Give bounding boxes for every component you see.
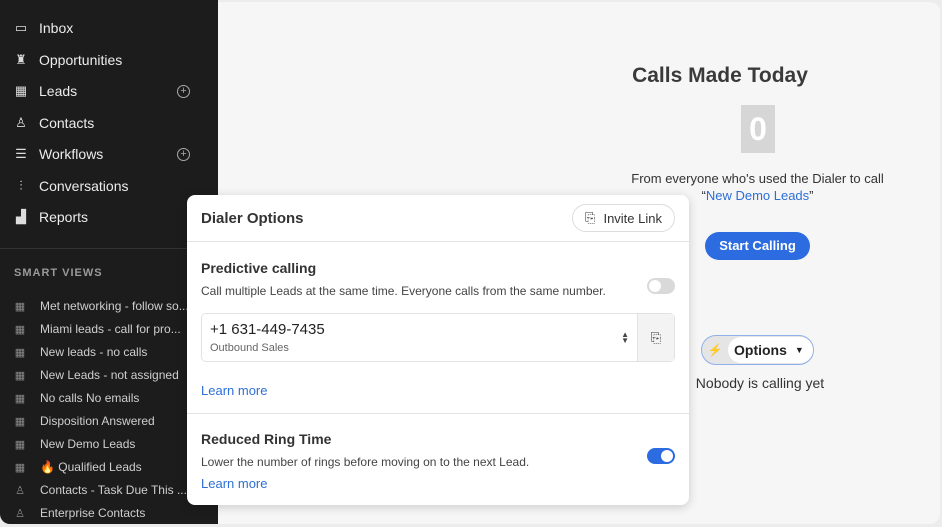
- building-icon: ▦: [14, 300, 26, 313]
- smart-view-item[interactable]: ▦ Disposition Answered: [14, 411, 214, 431]
- invite-link-button[interactable]: ⎘ Invite Link: [572, 204, 675, 232]
- person-icon: ♙: [15, 484, 25, 497]
- building-icon: ▦: [14, 83, 28, 98]
- phone-number: +1 631-449-7435: [210, 321, 325, 338]
- smart-view-label: Met networking - follow so...: [40, 299, 189, 313]
- invite-label: Invite Link: [603, 210, 662, 226]
- building-icon: ▦: [14, 392, 26, 405]
- options-button[interactable]: ⚡ Options ▼: [701, 335, 814, 365]
- predictive-desc: Call multiple Leads at the same time. Ev…: [201, 284, 606, 298]
- calls-count: 0: [741, 105, 775, 153]
- lightning-icon: ⚡: [707, 343, 723, 357]
- building-icon: ▦: [14, 323, 26, 336]
- smart-view-label: Disposition Answered: [40, 414, 155, 428]
- subtitle-text: From everyone who's used the Dialer to c…: [631, 171, 884, 186]
- calling-status: Nobody is calling yet: [695, 375, 825, 391]
- smart-view-item[interactable]: ▦ Met networking - follow so...: [14, 296, 214, 316]
- sidebar-item-label: Conversations: [39, 177, 129, 194]
- predictive-title: Predictive calling: [201, 260, 317, 276]
- share-icon: ⎘: [650, 329, 662, 345]
- sidebar-item-inbox[interactable]: ▭ Inbox: [0, 13, 218, 43]
- smart-view-label: 🔥 Qualified Leads: [40, 460, 142, 474]
- smart-view-label: Contacts - Task Due This ...: [40, 483, 187, 497]
- inbox-icon: ▭: [14, 20, 28, 35]
- chart-icon: ▟: [16, 209, 26, 224]
- person-icon: ♙: [15, 114, 27, 130]
- smart-view-link[interactable]: New Demo Leads: [706, 188, 809, 203]
- reduced-ring-toggle[interactable]: [647, 448, 675, 464]
- smart-view-item[interactable]: ▦ New Demo Leads: [14, 434, 214, 454]
- divider: [187, 413, 689, 414]
- smart-view-item[interactable]: ▦ No calls No emails: [14, 388, 214, 408]
- smart-view-item[interactable]: ▦ New Leads - not assigned: [14, 365, 214, 385]
- phone-action-button[interactable]: ⎘: [637, 314, 674, 361]
- sidebar-item-opportunities[interactable]: ♜ Opportunities: [0, 45, 218, 75]
- predictive-learn-more[interactable]: Learn more: [201, 383, 267, 398]
- list-icon: ☰: [15, 146, 27, 161]
- sidebar-item-label: Reports: [39, 209, 89, 225]
- smart-view-label: New Demo Leads: [40, 437, 136, 451]
- smart-view-label: Enterprise Contacts: [40, 506, 146, 520]
- sidebar-item-leads[interactable]: ▦ Leads +: [0, 76, 218, 106]
- smart-view-item[interactable]: ♙ Contacts - Task Due This ...: [14, 480, 214, 500]
- person-icon: ♙: [15, 507, 25, 520]
- sidebar: SMART VIEWS ▭ Inbox ♜ Opportunities ▦ Leads + ♙…: [0, 0, 218, 524]
- sidebar-item-label: Contacts: [39, 114, 95, 131]
- start-calling-button[interactable]: Start Calling: [705, 232, 810, 260]
- add-icon[interactable]: +: [177, 84, 190, 98]
- smart-view-item[interactable]: ♙ Enterprise Contacts: [14, 503, 214, 523]
- trophy-icon: ♜: [15, 51, 27, 67]
- phone-number-select[interactable]: +1 631-449-7435 Outbound Sales ▲ ▼ ⎘: [201, 313, 675, 362]
- sidebar-item-workflows[interactable]: ☰ Workflows +: [0, 139, 218, 169]
- smart-views-heading: SMART VIEWS: [14, 267, 103, 279]
- options-label: Options: [734, 342, 787, 358]
- sidebar-item-conversations[interactable]: ⫶ Conversations: [0, 171, 218, 201]
- smart-view-label: New leads - no calls: [40, 345, 148, 359]
- page-title: Calls Made Today: [632, 64, 808, 87]
- smart-view-item[interactable]: ▦ 🔥 Qualified Leads: [14, 457, 214, 477]
- sidebar-item-label: Workflows: [39, 146, 104, 162]
- reduced-desc: Lower the number of rings before moving …: [201, 455, 530, 469]
- smart-view-label: No calls No emails: [40, 391, 140, 405]
- building-icon: ▦: [14, 461, 26, 474]
- building-icon: ▦: [14, 369, 26, 382]
- building-icon: ▦: [14, 438, 26, 451]
- smart-view-item[interactable]: ▦ New leads - no calls: [14, 342, 214, 362]
- predictive-toggle[interactable]: [647, 278, 675, 294]
- smart-view-label: Miami leads - call for pro...: [40, 322, 181, 336]
- sidebar-item-label: Opportunities: [39, 51, 123, 68]
- reduced-title: Reduced Ring Time: [201, 431, 332, 447]
- caret-down-icon: ▼: [794, 345, 804, 355]
- select-arrows-icon: ▲ ▼: [621, 330, 629, 345]
- divider: [0, 248, 218, 249]
- share-icon: ⎘: [585, 210, 596, 225]
- dialer-options-popover: Dialer Options ⎘ Invite Link Predictive c…: [187, 195, 689, 505]
- phone-label: Outbound Sales: [210, 342, 289, 354]
- add-icon[interactable]: +: [177, 147, 190, 161]
- sidebar-item-label: Leads: [39, 83, 78, 99]
- sidebar-item-reports[interactable]: ▟ Reports: [0, 202, 218, 232]
- popover-title: Dialer Options: [201, 209, 304, 227]
- sidebar-item-contacts[interactable]: ♙ Contacts: [0, 108, 218, 138]
- waveform-icon: ⫶: [19, 177, 23, 193]
- sidebar-item-label: Inbox: [39, 20, 74, 36]
- building-icon: ▦: [14, 346, 26, 359]
- reduced-learn-more[interactable]: Learn more: [201, 476, 267, 491]
- building-icon: ▦: [14, 415, 26, 428]
- smart-view-item[interactable]: ▦ Miami leads - call for pro...: [14, 319, 214, 339]
- smart-view-label: New Leads - not assigned: [40, 368, 179, 382]
